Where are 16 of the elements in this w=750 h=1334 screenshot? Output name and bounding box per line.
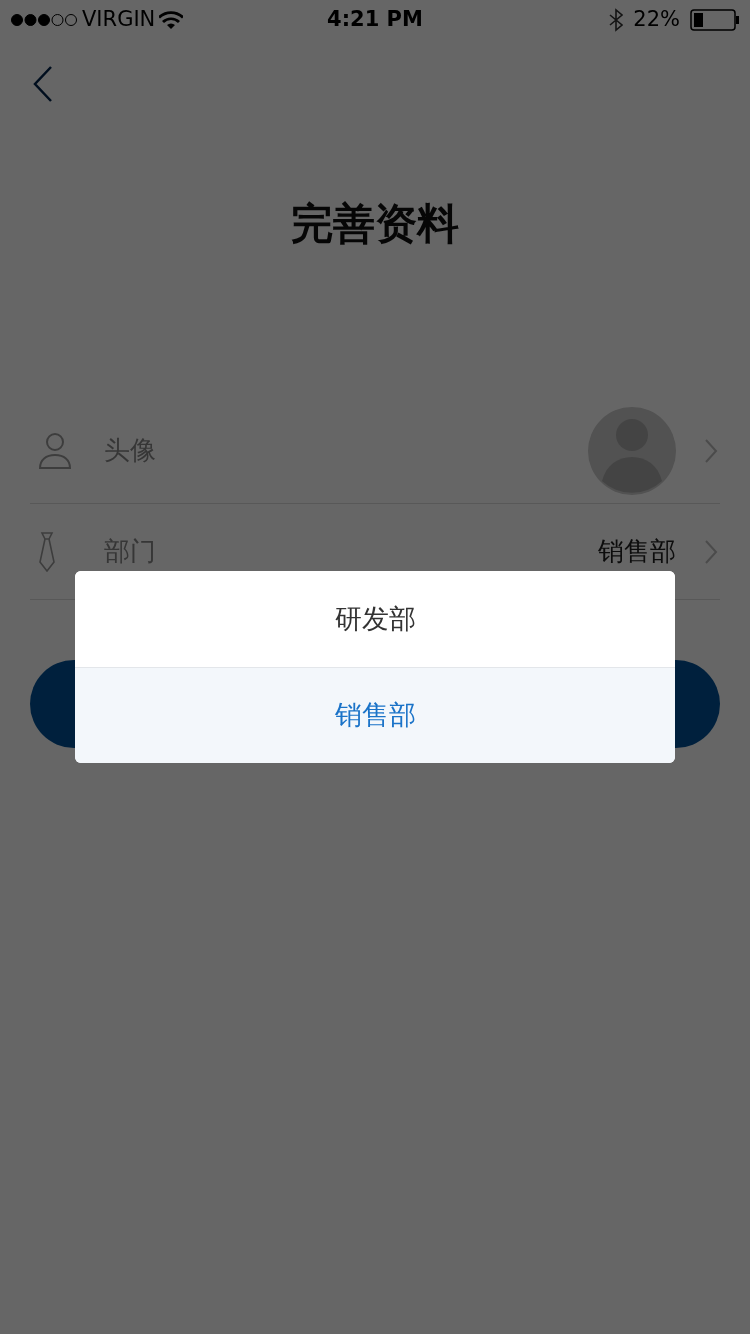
battery-percentage: 22%: [633, 6, 680, 34]
battery-icon: [690, 9, 740, 31]
tie-icon: [38, 531, 56, 572]
bluetooth-icon: [609, 8, 624, 32]
chevron-right-icon: [704, 538, 718, 565]
page-title: 完善资料: [291, 198, 459, 250]
row-value: 销售部: [598, 535, 676, 568]
chevron-right-icon: [704, 437, 718, 464]
person-icon: [38, 431, 72, 470]
wifi-icon: [159, 11, 184, 29]
clock-time: 4:21 PM: [327, 6, 423, 34]
back-icon: [32, 65, 54, 103]
avatar-icon: [588, 406, 676, 495]
picker-option[interactable]: 销售部: [75, 667, 675, 763]
signal-icon: [10, 13, 78, 27]
carrier-name: VIRGIN: [82, 6, 156, 34]
